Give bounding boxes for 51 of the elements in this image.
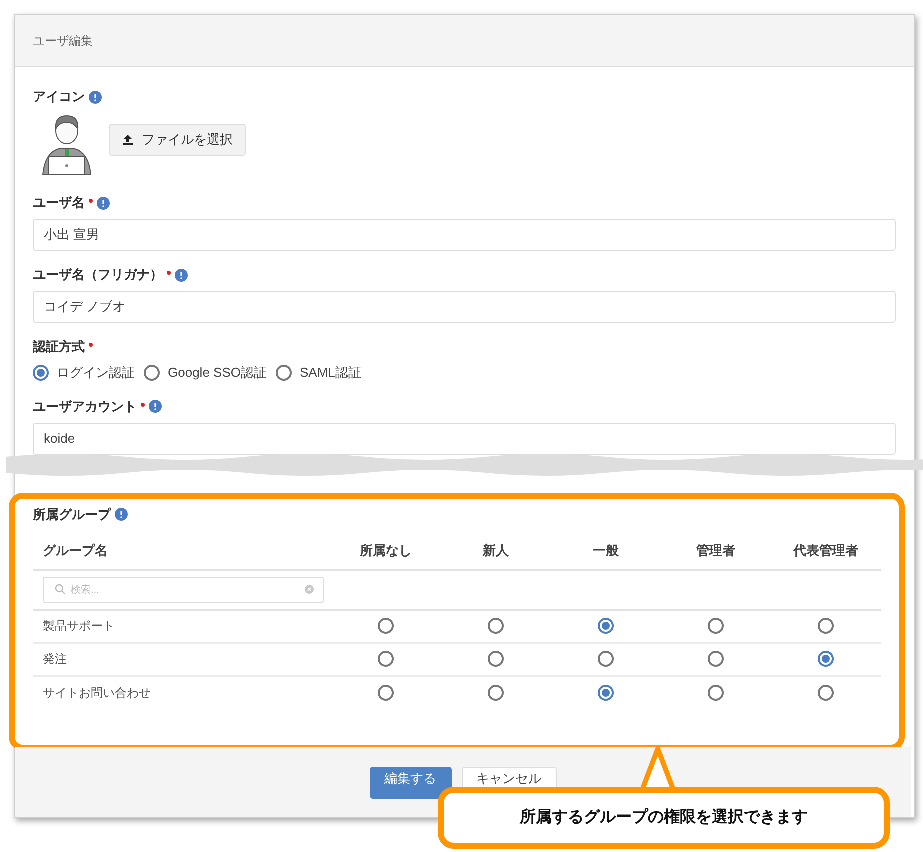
column-header: 一般	[592, 542, 620, 560]
role-radio[interactable]	[598, 618, 614, 634]
callout-text: 所属するグループの権限を選択できます	[520, 807, 808, 828]
radio-label: SAML認証	[300, 364, 362, 382]
text-field[interactable]: 小出 宣男	[33, 219, 896, 251]
role-radio[interactable]	[488, 651, 504, 667]
role-radio[interactable]	[708, 651, 724, 667]
column-header: 代表管理者	[792, 542, 860, 560]
role-radio[interactable]	[818, 651, 834, 667]
field-label: アイコン	[33, 88, 85, 106]
info-icon	[175, 268, 188, 282]
column-header: 所属なし	[358, 542, 413, 560]
window-title: ユーザ編集	[33, 32, 93, 50]
search-field[interactable]: 検索...	[43, 577, 324, 603]
search-icon	[55, 584, 66, 594]
info-icon	[115, 508, 128, 521]
role-radio[interactable]	[598, 685, 614, 701]
field-label: 認証方式	[33, 338, 85, 356]
text-field[interactable]: koide	[33, 422, 896, 454]
role-radio[interactable]	[708, 685, 724, 701]
radio-button[interactable]	[144, 364, 160, 381]
role-radio[interactable]	[598, 651, 614, 667]
role-radio[interactable]	[488, 685, 504, 701]
column-header: 管理者	[696, 542, 736, 560]
role-radio[interactable]	[378, 618, 394, 634]
role-radio[interactable]	[818, 685, 834, 701]
group-name: 発注	[42, 651, 68, 668]
role-radio[interactable]	[708, 618, 724, 634]
radio-label: ログイン認証	[57, 364, 135, 382]
info-icon	[89, 90, 102, 104]
info-icon	[149, 400, 162, 413]
radio-button[interactable]	[276, 364, 292, 381]
radio-label: Google SSO認証	[168, 364, 267, 382]
info-icon	[97, 196, 110, 210]
upload-icon	[122, 134, 134, 146]
field-label: ユーザアカウント	[33, 398, 137, 416]
file-select-button[interactable]: ファイルを選択	[109, 124, 246, 156]
role-radio[interactable]	[488, 618, 504, 634]
column-header: 新人	[482, 542, 510, 560]
edit-button[interactable]: 編集する	[370, 766, 452, 798]
field-label: 所属グループ	[33, 506, 111, 524]
field-label: ユーザ名（フリガナ）	[33, 266, 163, 284]
column-header: グループ名	[42, 542, 109, 560]
radio-button[interactable]	[33, 364, 49, 381]
role-radio[interactable]	[818, 618, 834, 634]
group-name: サイトお問い合わせ	[42, 685, 152, 702]
role-radio[interactable]	[378, 685, 394, 701]
group-name: 製品サポート	[42, 618, 116, 635]
field-label: ユーザ名	[33, 194, 85, 212]
text-field[interactable]: コイデ ノブオ	[33, 291, 896, 323]
role-radio[interactable]	[378, 651, 394, 667]
